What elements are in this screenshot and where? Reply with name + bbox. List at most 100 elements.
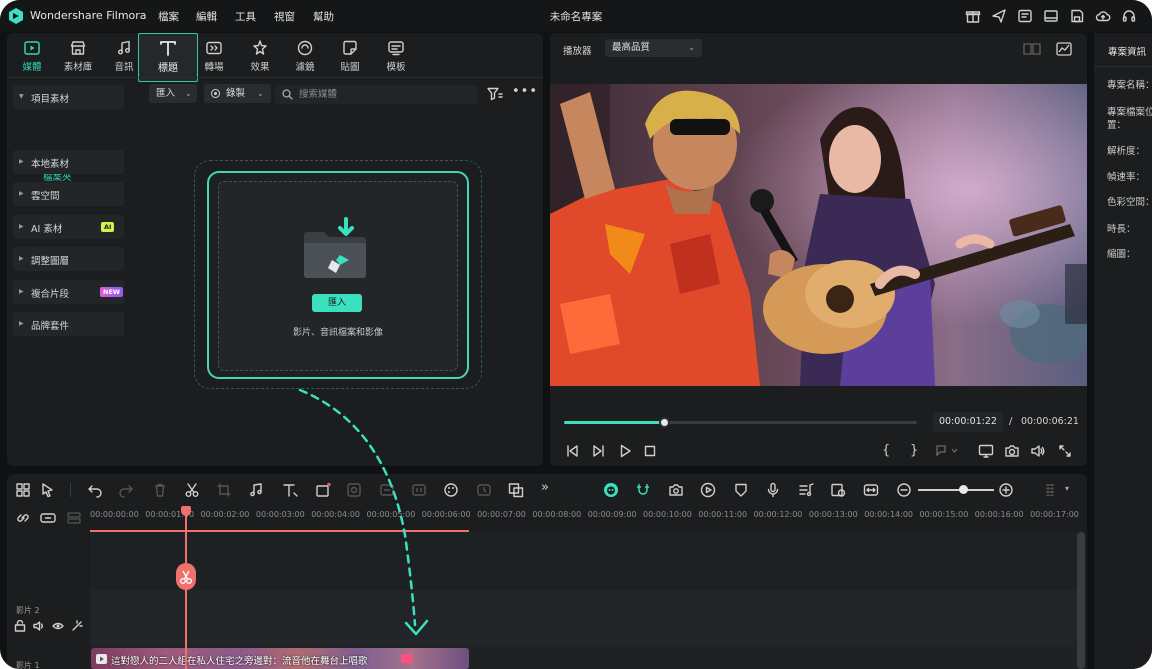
tab-filters[interactable]: 濾鏡 — [282, 33, 328, 77]
quality-select[interactable]: 最高品質 ⌄ — [605, 39, 702, 57]
tab-media[interactable]: 媒體 — [9, 33, 55, 77]
more-options-icon[interactable]: ••• — [512, 85, 538, 98]
ai-mate-icon[interactable] — [603, 482, 619, 498]
toolbar-divider — [70, 483, 71, 497]
zoom-out-icon[interactable] — [896, 482, 912, 498]
video-clip[interactable]: 這對戀人的二人組在私人住宅之旁邊對：流音他在舞台上唱歌 — [91, 648, 469, 669]
send-icon[interactable] — [991, 8, 1007, 24]
track-manager-icon[interactable] — [66, 511, 82, 525]
sidebar-item-adjustment-layer[interactable]: ▶ 調整圖層 — [13, 247, 124, 271]
link-chain-icon[interactable] — [15, 511, 31, 525]
add-track-icon[interactable] — [40, 511, 56, 525]
menu-view[interactable]: 視窗 — [274, 9, 295, 24]
sidebar-item-local-media[interactable]: ▶ 本地素材 — [13, 150, 124, 174]
tab-titles[interactable]: 標題 — [138, 33, 198, 82]
track-mute-icon[interactable] — [33, 620, 45, 632]
replace-clip-icon[interactable] — [830, 482, 846, 498]
track-row-video-2[interactable] — [90, 590, 1077, 646]
display-monitor-icon[interactable] — [978, 443, 994, 459]
previous-frame-icon[interactable] — [564, 443, 580, 459]
menu-file[interactable]: 檔案 — [158, 9, 179, 24]
marker-shield-icon[interactable] — [733, 482, 749, 498]
playback-progress-handle[interactable] — [658, 417, 670, 428]
sidebar-item-brand-kit[interactable]: ▶ 品牌套件 — [13, 312, 124, 336]
magnet-snap-icon[interactable] — [635, 482, 651, 498]
sidebar-item-label: 調整圖層 — [31, 256, 70, 267]
sticker-icon — [341, 39, 359, 57]
tab-templates[interactable]: 模板 — [373, 33, 419, 77]
filter-sort-icon[interactable] — [487, 87, 503, 101]
layout-grid-icon[interactable] — [15, 482, 31, 498]
tab-effects[interactable]: 效果 — [237, 33, 283, 77]
window-layout-icon[interactable] — [1043, 8, 1059, 24]
track-visibility-icon[interactable] — [52, 620, 64, 632]
color-palette-icon[interactable] — [443, 482, 459, 498]
zoom-slider-handle[interactable] — [959, 485, 968, 494]
menu-help[interactable]: 幫助 — [313, 9, 334, 24]
tab-stickers[interactable]: 貼圖 — [327, 33, 373, 77]
support-headset-icon[interactable] — [1121, 8, 1137, 24]
volume-icon[interactable] — [1030, 443, 1046, 459]
select-pointer-icon[interactable] — [40, 482, 56, 498]
news-icon[interactable] — [1017, 8, 1033, 24]
video-preview[interactable] — [550, 84, 1087, 386]
compare-view-icon[interactable] — [1023, 43, 1041, 55]
import-dropdown[interactable]: 匯入 ⌄ — [149, 84, 197, 103]
auto-caption-icon[interactable] — [508, 482, 524, 498]
tab-stock[interactable]: 素材庫 — [55, 33, 101, 77]
layout-columns-icon[interactable] — [1044, 482, 1060, 498]
redo-icon[interactable] — [118, 482, 134, 498]
fullscreen-icon[interactable] — [1057, 443, 1073, 459]
track-head-video-1: 影片 1 — [7, 646, 90, 669]
track-effects-icon[interactable] — [71, 620, 83, 632]
tab-project-info[interactable]: 專案資訊 — [1108, 44, 1146, 58]
layout-dropdown-icon[interactable]: ▾ — [1065, 484, 1081, 500]
timeline-vertical-scrollbar[interactable] — [1077, 532, 1085, 669]
speed-icon[interactable] — [476, 482, 492, 498]
crop-icon[interactable] — [216, 482, 232, 498]
current-time[interactable]: 00:00:01:22 — [933, 412, 1003, 432]
sidebar-item-cloud[interactable]: ▶ 雲空間 — [13, 182, 124, 206]
play-icon[interactable] — [617, 443, 633, 459]
auto-highlight-icon[interactable] — [668, 482, 684, 498]
zoom-in-icon[interactable] — [998, 482, 1014, 498]
import-button[interactable]: 匯入 — [312, 294, 362, 312]
microphone-icon[interactable] — [765, 482, 781, 498]
render-preview-icon[interactable] — [700, 482, 716, 498]
cloud-upload-icon[interactable] — [1095, 8, 1111, 24]
menu-tools[interactable]: 工具 — [235, 9, 256, 24]
insert-marker-dropdown-icon[interactable] — [935, 443, 961, 459]
undo-icon[interactable] — [87, 482, 103, 498]
audio-edit-icon[interactable] — [248, 482, 264, 498]
mark-out-icon[interactable]: } — [910, 443, 926, 459]
stop-icon[interactable] — [642, 443, 658, 459]
timeline-panel: » ▾ 00:00:00:00 00:00:01:00 00:00:02:00 00:… — [7, 474, 1087, 669]
more-tools-icon[interactable]: » — [541, 480, 557, 496]
menu-edit[interactable]: 編輯 — [196, 9, 217, 24]
track-lock-icon[interactable] — [14, 620, 26, 632]
save-icon[interactable] — [1069, 8, 1085, 24]
playhead-split-button[interactable] — [175, 563, 196, 590]
split-scissors-icon[interactable] — [184, 482, 200, 498]
sidebar-item-compound-clip[interactable]: ▶ 複合片段 NEW — [13, 280, 124, 304]
record-icon — [211, 89, 220, 98]
stock-icon — [69, 39, 87, 57]
delete-icon[interactable] — [152, 482, 168, 498]
search-box[interactable] — [275, 85, 478, 104]
record-dropdown[interactable]: 錄製 ⌄ — [204, 84, 271, 103]
info-frame-rate: 幀速率： — [1107, 172, 1146, 183]
timeline-ruler[interactable]: 00:00:00:00 00:00:01:00 00:00:02:00 00:00:0… — [90, 506, 1087, 528]
fit-timeline-icon[interactable] — [863, 482, 879, 498]
sidebar-item-project-media[interactable]: ▼ 項目素材 — [13, 85, 124, 109]
playback-progress-bar[interactable] — [564, 417, 917, 428]
scopes-icon[interactable] — [1056, 42, 1072, 56]
mark-in-icon[interactable]: { — [882, 443, 898, 459]
snapshot-camera-icon[interactable] — [1004, 443, 1020, 459]
audio-list-icon[interactable] — [798, 482, 814, 498]
search-input[interactable] — [299, 85, 469, 104]
gift-icon[interactable] — [965, 8, 981, 24]
zoom-slider[interactable] — [918, 489, 994, 491]
sidebar-item-ai-media[interactable]: ▶ AI 素材 AI — [13, 215, 124, 239]
tab-transitions[interactable]: 轉場 — [191, 33, 237, 77]
next-frame-icon[interactable] — [591, 443, 607, 459]
